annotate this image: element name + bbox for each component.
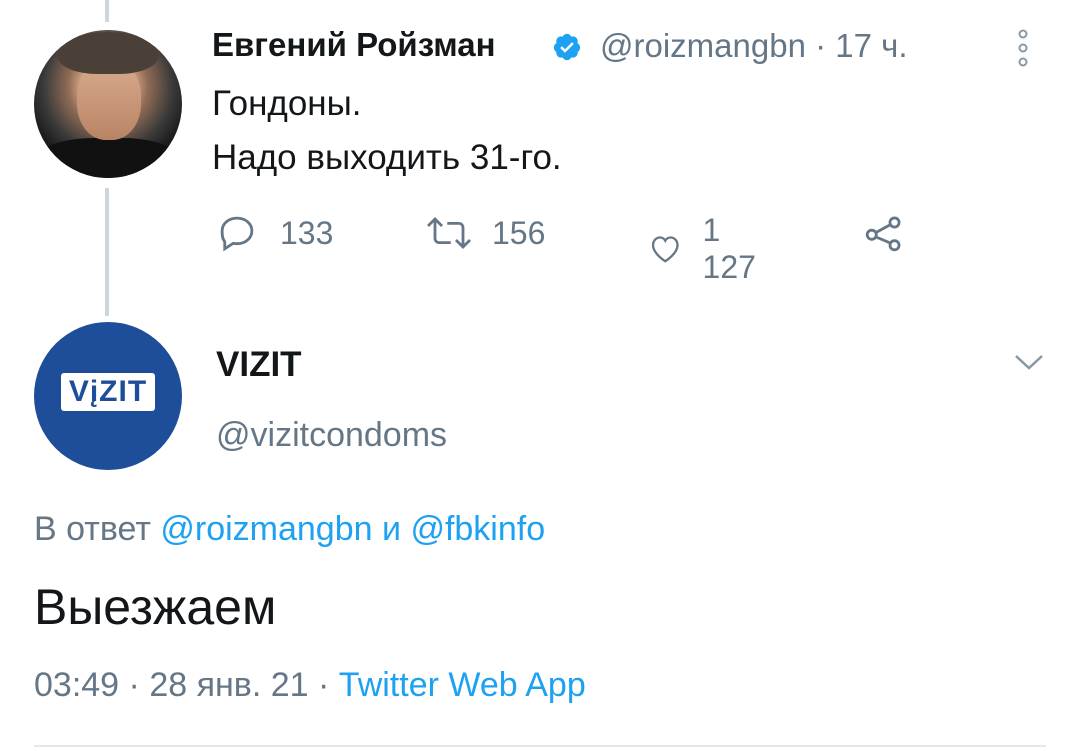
tweet-text-line-1: Гондоны. [212, 84, 362, 123]
reply-handle-fbkinfo[interactable]: @fbkinfo [410, 510, 545, 548]
share-button[interactable] [862, 212, 906, 254]
retweet-icon [427, 217, 471, 249]
tweet-time: 03:49 [34, 666, 120, 704]
reply-handle-roizmangbn[interactable]: @roizmangbn [160, 510, 372, 548]
author-handle[interactable]: @roizmangbn [600, 27, 806, 64]
reply-joiner: и [381, 510, 401, 548]
thread-connector-top [105, 0, 109, 22]
more-vertical-icon[interactable] [1016, 28, 1030, 68]
separator-dot: · [815, 27, 827, 64]
replying-to: В ответ @roizmangbn и @fbkinfo [34, 510, 545, 549]
chevron-down-icon[interactable] [1012, 350, 1046, 374]
like-icon [651, 236, 679, 263]
time-ago[interactable]: 17 ч. [835, 27, 907, 64]
avatar-vizit[interactable]: VįZIT [34, 322, 182, 470]
reply-author-name[interactable]: VIZIT [216, 345, 302, 385]
reply-author-handle[interactable]: @vizitcondoms [216, 416, 447, 455]
like-count: 1 127 [702, 212, 756, 285]
divider [34, 745, 1046, 747]
thread-connector-bottom [105, 188, 109, 316]
reply-button[interactable]: 133 [216, 212, 333, 254]
retweet-count: 156 [492, 214, 546, 251]
tweet-source[interactable]: Twitter Web App [339, 666, 586, 704]
tweet-meta: 03:49 · 28 янв. 21 · Twitter Web App [34, 666, 586, 705]
reply-prefix: В ответ [34, 510, 151, 548]
avatar-roizman[interactable] [34, 30, 182, 178]
reply-icon [220, 216, 254, 252]
meta-separator-2: · [318, 666, 330, 704]
reply-text: Выезжаем [34, 579, 277, 635]
share-icon [865, 216, 901, 252]
retweet-button[interactable]: 156 [424, 212, 545, 254]
tweet-text-line-2: Надо выходить 31-го. [212, 138, 562, 177]
handle-and-time[interactable]: @roizmangbn · 17 ч. [600, 27, 908, 65]
meta-separator-1: · [128, 666, 140, 704]
tweet-date: 28 янв. 21 [149, 666, 309, 704]
like-button[interactable]: 1 127 [648, 212, 765, 286]
verified-badge-icon [553, 33, 581, 61]
vizit-logo: VįZIT [60, 373, 156, 411]
author-name[interactable]: Евгений Ройзман [212, 26, 496, 64]
reply-count: 133 [280, 214, 334, 251]
